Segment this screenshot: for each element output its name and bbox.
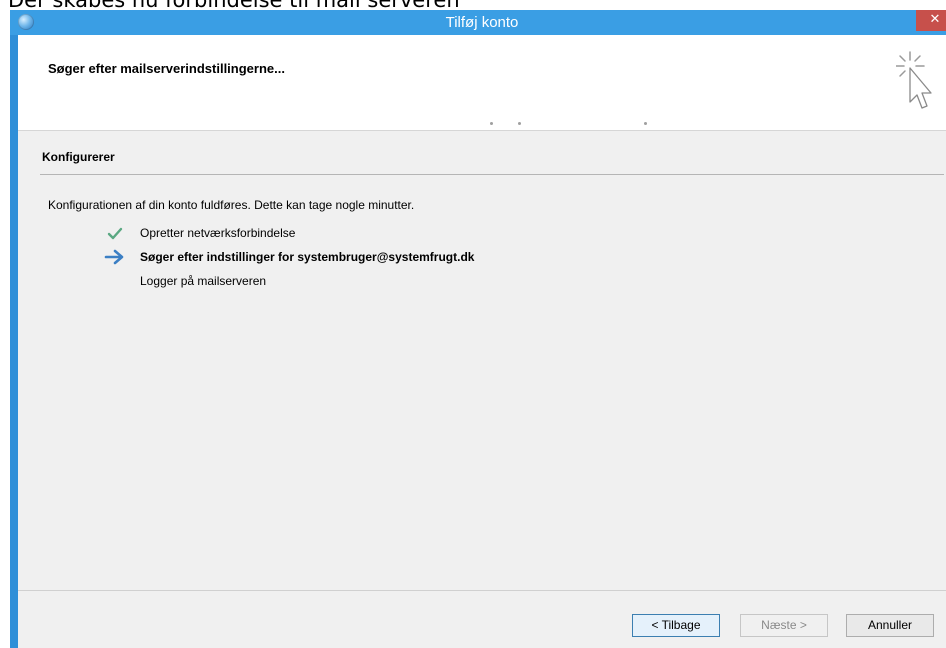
- progress-dot: [644, 122, 647, 125]
- section-divider: [40, 174, 944, 175]
- title-bar[interactable]: Tilføj konto ✕: [10, 10, 946, 35]
- header-title: Søger efter mailserverindstillingerne...: [48, 61, 285, 76]
- next-button[interactable]: Næste >: [740, 614, 828, 637]
- step-label: Søger efter indstillinger for systembrug…: [140, 250, 475, 264]
- progress-dots: [18, 122, 946, 128]
- cancel-button[interactable]: Annuller: [846, 614, 934, 637]
- window-title: Tilføj konto: [445, 14, 519, 31]
- close-icon: ✕: [929, 12, 941, 27]
- progress-dot: [518, 122, 521, 125]
- busy-cursor-icon: [896, 51, 932, 109]
- arrow-right-icon: [104, 249, 124, 265]
- step-label: Opretter netværksforbindelse: [140, 226, 296, 240]
- progress-dot: [490, 122, 493, 125]
- section-heading: Konfigurerer: [42, 150, 115, 164]
- close-button[interactable]: ✕: [916, 10, 946, 31]
- footer-divider: [18, 590, 946, 591]
- status-description: Konfigurationen af din konto fuldføres. …: [48, 198, 415, 212]
- back-button[interactable]: < Tilbage: [632, 614, 720, 637]
- dialog-header: Søger efter mailserverindstillingerne...: [18, 35, 946, 131]
- add-account-dialog: Tilføj konto ✕ Søger efter mailserverind…: [10, 10, 946, 648]
- checkmark-icon: [107, 227, 123, 240]
- step-label: Logger på mailserveren: [140, 274, 267, 288]
